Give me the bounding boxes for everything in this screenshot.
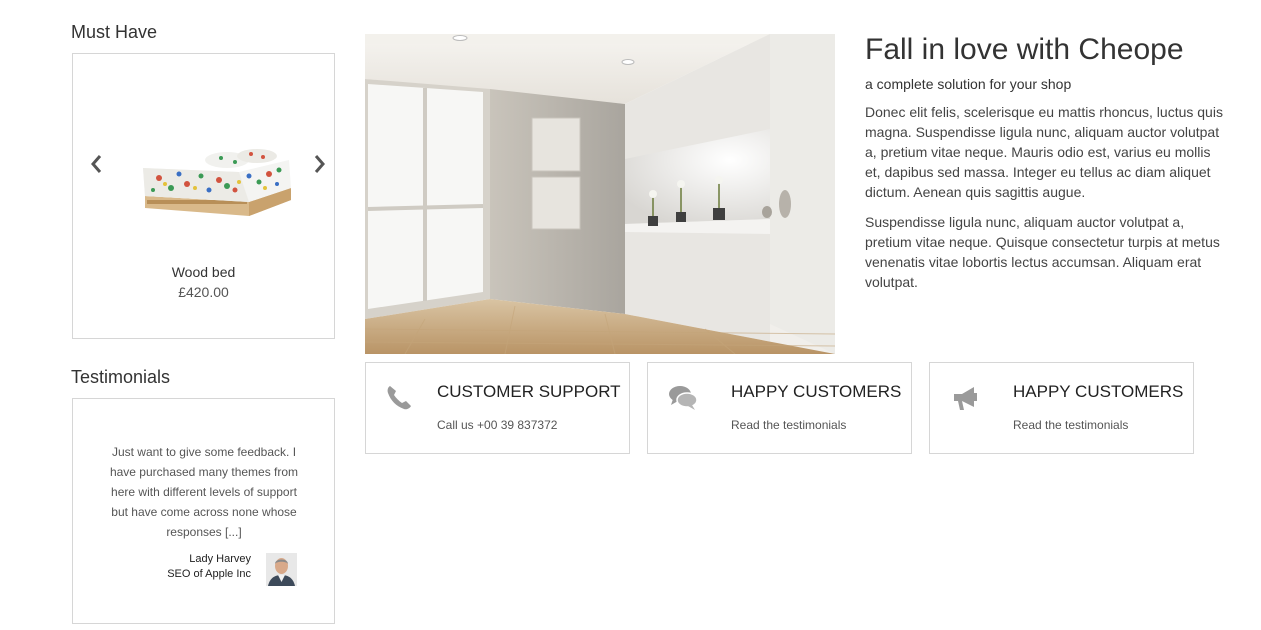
hero-title: Fall in love with Cheope bbox=[865, 33, 1184, 66]
feature-subtitle[interactable]: Read the testimonials bbox=[1013, 418, 1128, 432]
feature-subtitle[interactable]: Read the testimonials bbox=[731, 418, 846, 432]
megaphone-icon bbox=[950, 383, 980, 413]
testimonial-quote: Just want to give some feedback. I have … bbox=[109, 445, 299, 539]
testimonial-author: Lady Harvey bbox=[189, 553, 251, 565]
product-name-link[interactable]: Wood bed bbox=[73, 264, 334, 280]
hero-paragraph-2: Suspendisse ligula nunc, aliquam auctor … bbox=[865, 214, 1220, 290]
hero-subtitle: a complete solution for your shop bbox=[865, 76, 1072, 92]
hero-paragraph-1: Donec elit felis, scelerisque eu mattis … bbox=[865, 104, 1223, 200]
feature-title: HAPPY CUSTOMERS bbox=[1013, 382, 1184, 401]
feature-happy-customers-2[interactable]: HAPPY CUSTOMERS Read the testimonials bbox=[929, 362, 1194, 454]
testimonial-author-role: SEO of Apple Inc bbox=[167, 568, 251, 580]
feature-title: HAPPY CUSTOMERS bbox=[731, 382, 902, 401]
carousel-next-button[interactable] bbox=[312, 152, 328, 176]
testimonials-heading: Testimonials bbox=[71, 367, 171, 387]
must-have-product-card: Wood bed £420.00 bbox=[72, 53, 335, 339]
feature-title: CUSTOMER SUPPORT bbox=[437, 382, 621, 401]
testimonial-card: Just want to give some feedback. I have … bbox=[72, 398, 335, 624]
chat-bubbles-icon bbox=[668, 383, 698, 413]
avatar bbox=[266, 553, 297, 586]
chevron-right-icon bbox=[314, 155, 325, 173]
testimonial-author-block: Lady Harvey SEO of Apple Inc bbox=[163, 552, 251, 582]
product-price: £420.00 bbox=[178, 284, 229, 300]
chevron-left-icon bbox=[91, 155, 102, 173]
feature-happy-customers-1[interactable]: HAPPY CUSTOMERS Read the testimonials bbox=[647, 362, 912, 454]
wood-bed-image[interactable] bbox=[139, 144, 297, 224]
feature-subtitle[interactable]: Call us +00 39 837372 bbox=[437, 418, 557, 432]
phone-icon bbox=[384, 382, 414, 412]
must-have-heading: Must Have bbox=[71, 22, 158, 42]
hero-room-image bbox=[365, 34, 835, 354]
carousel-prev-button[interactable] bbox=[88, 152, 104, 176]
feature-customer-support[interactable]: CUSTOMER SUPPORT Call us +00 39 837372 bbox=[365, 362, 630, 454]
